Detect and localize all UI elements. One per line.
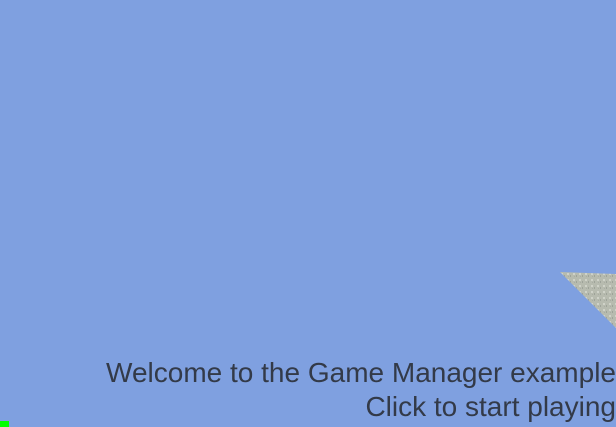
- terrain-polygon: [560, 272, 616, 328]
- welcome-overlay: Welcome to the Game Manager example Clic…: [106, 356, 616, 424]
- start-prompt[interactable]: Click to start playing: [106, 390, 616, 424]
- game-viewport[interactable]: Welcome to the Game Manager example Clic…: [0, 0, 616, 427]
- terrain-surface: [560, 272, 616, 328]
- welcome-text: Welcome to the Game Manager example: [106, 357, 616, 388]
- green-status-square-icon: [0, 421, 9, 427]
